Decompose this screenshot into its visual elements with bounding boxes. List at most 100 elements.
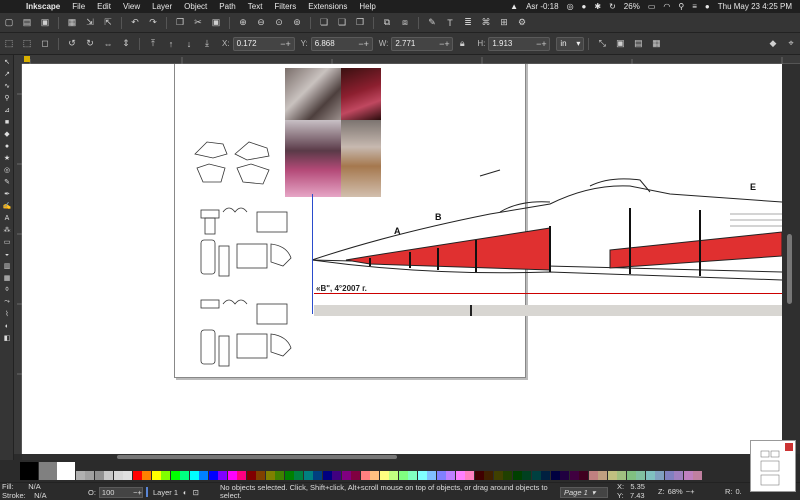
w-stepper[interactable]: −+ — [436, 39, 452, 49]
measure-tool-icon[interactable]: ⊿ — [2, 105, 12, 115]
redo-icon[interactable]: ↷ — [146, 16, 160, 30]
color-swatch[interactable] — [645, 471, 655, 480]
search-icon[interactable]: ⚲ — [678, 2, 684, 11]
color-swatch[interactable] — [75, 471, 85, 480]
move-patterns-icon[interactable]: ▦ — [649, 37, 663, 51]
app-menu[interactable]: Inkscape — [20, 2, 66, 11]
star-tool-icon[interactable]: ★ — [2, 153, 12, 163]
color-swatch[interactable] — [474, 471, 484, 480]
node-tool-icon[interactable]: ↗ — [2, 69, 12, 79]
export-icon[interactable]: ⇱ — [101, 16, 115, 30]
color-swatch[interactable] — [246, 471, 256, 480]
lower-bottom-icon[interactable]: ⤓ — [200, 37, 214, 51]
dropper-tool-icon[interactable]: ⌽ — [2, 285, 12, 295]
scale-stroke-icon[interactable]: ⤡ — [595, 37, 609, 51]
color-swatch[interactable] — [512, 471, 522, 480]
color-swatch[interactable] — [455, 471, 465, 480]
zoom-tool-icon[interactable]: ⚲ — [2, 93, 12, 103]
line-art-parts[interactable] — [187, 134, 317, 394]
rectangle-tool-icon[interactable]: ■ — [2, 117, 12, 127]
color-swatch[interactable] — [303, 471, 313, 480]
color-swatch[interactable] — [227, 471, 237, 480]
color-swatch[interactable] — [142, 471, 151, 480]
color-swatch[interactable] — [151, 471, 161, 480]
sync-icon[interactable]: ↻ — [609, 2, 616, 11]
color-swatch[interactable] — [607, 471, 617, 480]
menu-file[interactable]: File — [66, 2, 91, 11]
color-swatch[interactable] — [275, 471, 284, 480]
color-swatch[interactable] — [560, 471, 569, 480]
color-swatch[interactable] — [522, 471, 531, 480]
rotate-cw-icon[interactable]: ↻ — [83, 37, 97, 51]
color-swatch[interactable] — [20, 462, 38, 480]
color-swatch[interactable] — [256, 471, 265, 480]
rotate-ccw-icon[interactable]: ↺ — [65, 37, 79, 51]
selector-tool-icon[interactable]: ↖ — [2, 57, 12, 67]
clock[interactable]: Thu May 23 4:25 PM — [718, 2, 792, 11]
cockpit-photo-1[interactable] — [285, 68, 341, 120]
color-swatch[interactable] — [180, 471, 189, 480]
lock-status-icon[interactable]: ▲ — [510, 2, 518, 11]
horizontal-ruler[interactable] — [22, 55, 800, 64]
color-swatch[interactable] — [189, 471, 199, 480]
copy-icon[interactable]: ❐ — [173, 16, 187, 30]
color-swatch[interactable] — [693, 471, 702, 480]
color-swatch[interactable] — [531, 471, 541, 480]
zoom-selection-icon[interactable]: ⊕ — [236, 16, 250, 30]
control-center-icon[interactable]: ≡ — [692, 2, 697, 11]
x-stepper[interactable]: −+ — [278, 39, 294, 49]
color-swatch[interactable] — [379, 471, 389, 480]
color-swatch[interactable] — [104, 471, 113, 480]
wifi-icon[interactable]: ◠ — [663, 2, 670, 11]
xml-editor-icon[interactable]: ⌘ — [479, 16, 493, 30]
snap-icon[interactable]: ⌖ — [784, 37, 798, 51]
y-stepper[interactable]: −+ — [356, 39, 372, 49]
color-swatch[interactable] — [332, 471, 341, 480]
menu-view[interactable]: View — [117, 2, 146, 11]
color-swatch[interactable] — [446, 471, 455, 480]
color-swatch[interactable] — [588, 471, 598, 480]
color-swatch[interactable] — [199, 471, 208, 480]
color-swatch[interactable] — [170, 471, 180, 480]
record-icon[interactable]: ● — [582, 2, 587, 11]
battery-percent[interactable]: 26% — [624, 2, 640, 11]
color-swatch[interactable] — [123, 471, 132, 480]
color-swatch[interactable] — [351, 471, 360, 480]
color-swatch[interactable] — [417, 471, 427, 480]
cockpit-photo-2[interactable] — [341, 68, 381, 120]
color-swatch[interactable] — [664, 471, 674, 480]
spray-tool-icon[interactable]: ⁂ — [2, 225, 12, 235]
select-all-icon[interactable]: ⬚ — [2, 37, 16, 51]
color-swatch[interactable] — [626, 471, 636, 480]
color-swatch[interactable] — [57, 462, 75, 480]
color-swatch[interactable] — [85, 471, 94, 480]
color-swatch[interactable] — [38, 462, 57, 480]
raise-icon[interactable]: ↑ — [164, 37, 178, 51]
box3d-tool-icon[interactable]: ◆ — [2, 129, 12, 139]
color-swatch[interactable] — [208, 471, 218, 480]
mesh-tool-icon[interactable]: ▦ — [2, 273, 12, 283]
ellipse-tool-icon[interactable]: ● — [2, 141, 12, 151]
cut-icon[interactable]: ✂ — [191, 16, 205, 30]
color-swatch[interactable] — [218, 471, 227, 480]
color-swatch[interactable] — [132, 471, 142, 480]
color-swatch[interactable] — [465, 471, 474, 480]
layer-visibility-icon[interactable]: ◐ — [183, 488, 188, 497]
color-swatch[interactable] — [341, 471, 351, 480]
objects-tool-icon[interactable]: ◧ — [2, 333, 12, 343]
menu-path[interactable]: Path — [213, 2, 241, 11]
creative-cloud-icon[interactable]: ◎ — [567, 2, 574, 11]
menu-filters[interactable]: Filters — [268, 2, 302, 11]
bluetooth-icon[interactable]: ✱ — [594, 2, 601, 11]
color-swatch[interactable] — [503, 471, 512, 480]
fill-stroke-icon[interactable]: ✎ — [425, 16, 439, 30]
color-swatch[interactable] — [493, 471, 503, 480]
color-swatch[interactable] — [674, 471, 683, 480]
layers-icon[interactable]: ≣ — [461, 16, 475, 30]
spiral-tool-icon[interactable]: ◎ — [2, 165, 12, 175]
color-swatch[interactable] — [370, 471, 379, 480]
zoom-value[interactable]: 68% — [668, 487, 683, 496]
open-file-icon[interactable]: ▤ — [20, 16, 34, 30]
x-field[interactable]: 0.172 −+ — [232, 36, 295, 51]
zoom-page-icon[interactable]: ⊙ — [272, 16, 286, 30]
